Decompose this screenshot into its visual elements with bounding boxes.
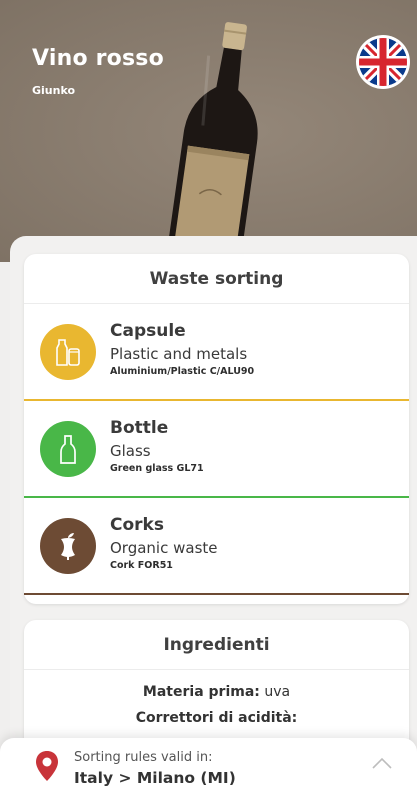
waste-item-corks[interactable]: Corks Organic waste Cork FOR51 bbox=[24, 498, 409, 595]
footer-location: Italy > Milano (MI) bbox=[74, 769, 236, 787]
waste-item-name: Capsule bbox=[110, 321, 186, 341]
location-pin-icon bbox=[36, 751, 58, 781]
wine-bottle-image bbox=[167, 22, 258, 248]
waste-item-material: Plastic and metals bbox=[110, 345, 248, 363]
uk-flag-icon bbox=[359, 38, 407, 86]
language-selector-button[interactable] bbox=[356, 35, 410, 89]
plastic-bottle-can-icon bbox=[56, 339, 80, 366]
waste-icon-circle bbox=[40, 518, 96, 574]
waste-item-divider bbox=[24, 593, 409, 595]
waste-item-code: Cork FOR51 bbox=[110, 560, 173, 571]
waste-item-material: Organic waste bbox=[110, 539, 218, 557]
waste-icon-circle bbox=[40, 421, 96, 477]
ingredient-line: Materia prima: uva bbox=[24, 684, 409, 700]
footer-label: Sorting rules valid in: bbox=[74, 750, 213, 765]
waste-sorting-title: Waste sorting bbox=[24, 254, 409, 304]
sorting-rules-footer[interactable]: Sorting rules valid in: Italy > Milano (… bbox=[0, 738, 417, 790]
waste-item-code: Green glass GL71 bbox=[110, 463, 204, 474]
glass-bottle-icon bbox=[60, 435, 76, 464]
waste-item-name: Bottle bbox=[110, 418, 169, 438]
product-brand: Giunko bbox=[32, 84, 76, 97]
ingredient-line: Correttori di acidità: bbox=[135, 710, 298, 726]
product-name: Vino rosso bbox=[32, 46, 164, 71]
apple-core-icon bbox=[61, 533, 75, 560]
waste-item-bottle[interactable]: Bottle Glass Green glass GL71 bbox=[24, 401, 409, 498]
waste-sorting-card: Waste sorting Capsule Plastic and metals… bbox=[24, 254, 409, 604]
ingredient-value: uva bbox=[259, 684, 291, 700]
ingredient-label: Materia prima: bbox=[142, 684, 260, 700]
chevron-up-icon[interactable] bbox=[371, 756, 393, 770]
waste-item-capsule[interactable]: Capsule Plastic and metals Aluminium/Pla… bbox=[24, 304, 409, 401]
product-hero: Vino rosso Giunko bbox=[0, 0, 417, 262]
waste-icon-circle bbox=[40, 324, 96, 380]
ingredients-title: Ingredienti bbox=[24, 620, 409, 670]
waste-item-material: Glass bbox=[110, 442, 151, 460]
waste-item-name: Corks bbox=[110, 515, 164, 535]
waste-item-code: Aluminium/Plastic C/ALU90 bbox=[110, 366, 255, 377]
